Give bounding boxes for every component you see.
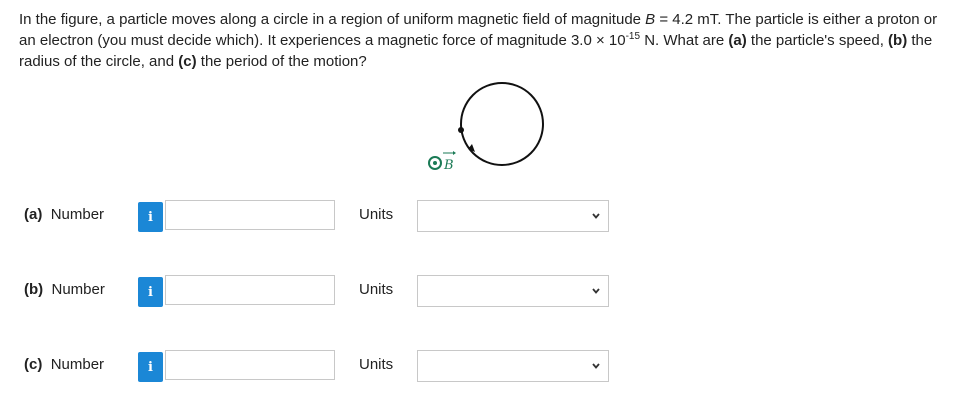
chevron-down-icon (592, 288, 600, 294)
question-intro: In the figure, a particle moves along a … (19, 11, 646, 28)
info-button-b[interactable]: i (138, 277, 163, 307)
question-transition: N. What are (640, 32, 729, 49)
number-input-b[interactable] (165, 275, 335, 305)
units-label-a: Units (359, 206, 394, 223)
units-select-c[interactable] (417, 350, 609, 382)
part-a-text: the particle's speed, (746, 32, 889, 49)
answer-row-b: (b) Number i Units (24, 274, 624, 308)
units-select-b[interactable] (417, 275, 609, 307)
info-button-a[interactable]: i (138, 202, 163, 232)
question-text: In the figure, a particle moves along a … (19, 9, 949, 72)
part-a-label: (a) Number (24, 206, 105, 223)
chevron-down-icon (592, 363, 600, 369)
particle-dot (458, 127, 464, 133)
chevron-down-icon (592, 213, 600, 219)
field-label: B (443, 158, 454, 173)
answer-row-a: (a) Number i Units (24, 199, 624, 233)
part-a-tag: (a) (728, 32, 747, 49)
circle-motion-figure: B (428, 82, 544, 173)
part-c-tag: (c) (178, 53, 197, 70)
field-out-of-page-icon (428, 156, 442, 170)
field-symbol: B (645, 11, 656, 28)
particle-path-circle (460, 82, 544, 166)
force-exponent: -15 (625, 31, 641, 42)
info-button-c[interactable]: i (138, 352, 163, 382)
number-input-a[interactable] (165, 200, 335, 230)
units-select-a[interactable] (417, 200, 609, 232)
vector-arrow-head (453, 151, 456, 155)
part-c-text: the period of the motion? (196, 53, 367, 70)
part-b-label: (b) Number (24, 281, 105, 298)
number-input-c[interactable] (165, 350, 335, 380)
units-label-b: Units (359, 281, 394, 298)
part-b-tag: (b) (888, 32, 908, 49)
part-c-label: (c) Number (24, 356, 105, 373)
answer-row-c: (c) Number i Units (24, 349, 624, 383)
units-label-c: Units (359, 356, 394, 373)
